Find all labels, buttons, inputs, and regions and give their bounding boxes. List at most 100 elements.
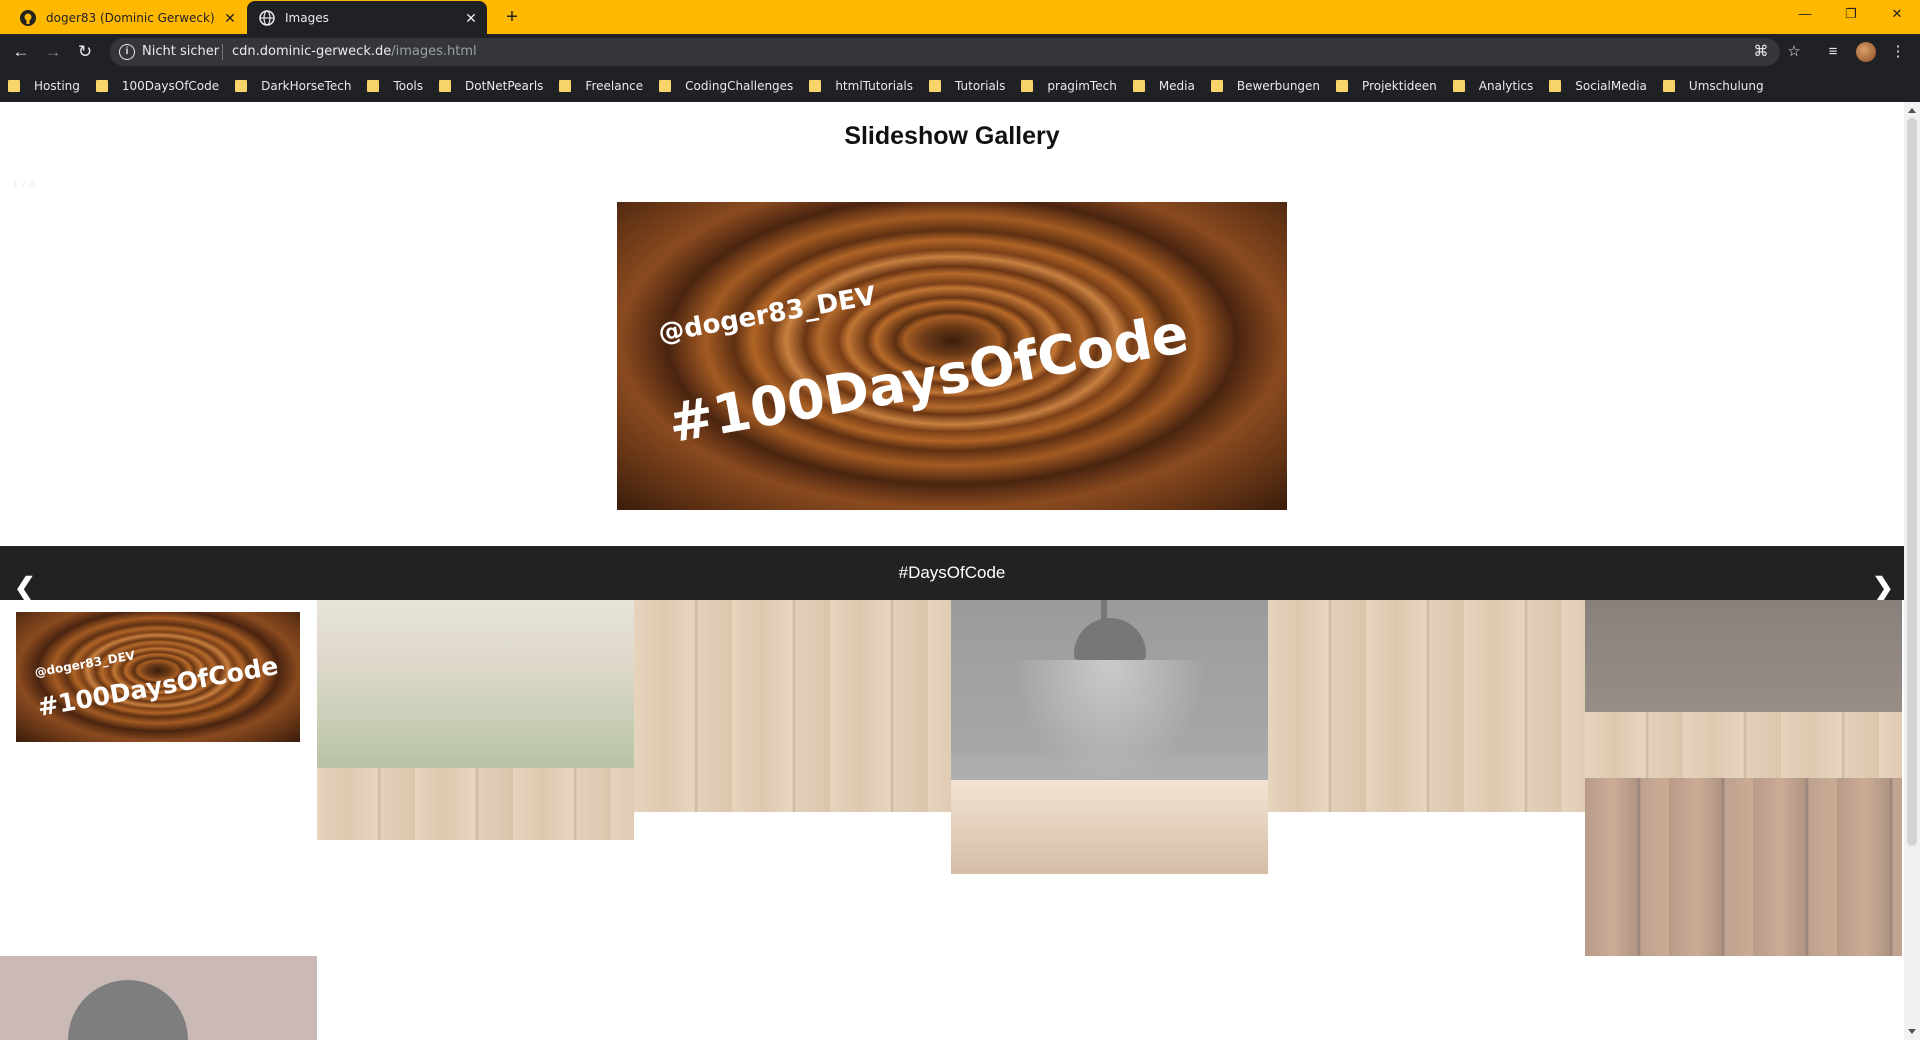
thumbnail-7[interactable] [1585,778,1902,956]
wood-rings-image: @doger83_DEV #100DaysOfCode [16,612,300,742]
back-icon[interactable]: ← [9,40,33,64]
divider [222,44,223,60]
globe-icon [259,9,275,26]
scrollbar-thumb[interactable] [1907,118,1917,846]
tab-github[interactable]: doger83 (Dominic Gerweck) ✕ [8,1,246,34]
security-label: Nicht sicher [142,44,220,59]
thumbnail-8[interactable] [0,956,317,1040]
tab-images[interactable]: Images ✕ [247,1,487,34]
folder-icon [367,80,380,92]
slide-handle: @doger83_DEV [656,281,879,349]
bookmark-freelance[interactable]: Freelance [559,79,643,93]
avatar[interactable] [1856,42,1876,62]
bookmark-label: Bewerbungen [1236,79,1321,93]
bookmark-bewerbungen[interactable]: Bewerbungen [1210,79,1321,93]
forward-icon[interactable]: → [41,40,65,64]
wood-planks-image [1268,600,1585,812]
thumbnail-6[interactable] [1585,600,1902,778]
bookmark-label: Umschulung [1688,79,1764,93]
next-button[interactable]: ❯ [1872,572,1894,603]
url-text[interactable]: cdn.dominic-gerweck.de/images.html [232,44,477,59]
folder-icon [809,80,822,92]
folder-icon [95,80,108,92]
bookmark-label: Hosting [34,79,80,93]
scroll-up-icon[interactable] [1908,108,1916,113]
reload-icon[interactable]: ↻ [73,40,97,64]
folder-icon [1662,80,1675,92]
bookmark-hosting[interactable]: Hosting [8,79,80,93]
bookmark-label: pragimTech [1047,79,1117,93]
thumbnail-5[interactable] [1268,600,1585,812]
wood-planks-image [634,600,951,812]
bookmark-umschulung[interactable]: Umschulung [1662,79,1764,93]
close-window-icon[interactable]: ✕ [1874,0,1920,28]
table-planks-image [1585,712,1902,778]
portrait-image [0,956,317,1040]
tab-title: doger83 (Dominic Gerweck) [46,10,215,25]
bookmark-label: Freelance [585,79,644,93]
restore-icon[interactable]: ❐ [1828,0,1874,28]
folder-icon [235,80,248,92]
folder-icon [8,80,20,92]
bookmark-tutorials[interactable]: Tutorials [929,79,1005,93]
folder-icon [1021,80,1034,92]
bookmark-100daysofcode[interactable]: 100DaysOfCode [95,79,219,93]
folder-icon [1210,80,1223,92]
folder-icon [1132,80,1145,92]
caption-bar: #DaysOfCode [0,546,1904,600]
folder-icon [559,80,572,92]
thumbnail-3[interactable] [634,600,951,812]
folder-icon [1452,80,1465,92]
bookmark-analytics[interactable]: Analytics [1452,79,1534,93]
bookmark-projektideen[interactable]: Projektideen [1336,79,1437,93]
bookmark-socialmedia[interactable]: SocialMedia [1549,79,1647,93]
bookmark-label: DarkHorseTech [261,79,352,93]
thumbnail-2[interactable] [317,600,634,840]
media-queue-icon[interactable]: ≡ [1823,42,1843,62]
lamp-scene-image [951,600,1268,874]
folder-icon [439,80,451,92]
minimize-icon[interactable]: — [1782,0,1828,28]
tab-strip: doger83 (Dominic Gerweck) ✕ Images ✕ + —… [0,0,1920,34]
browser-toolbar: ← → ↻ i Nicht sicher cdn.dominic-gerweck… [0,34,1920,70]
info-icon[interactable]: i [119,44,135,60]
wood-rings-image: @doger83_DEV #100DaysOfCode [617,202,1287,510]
bookmark-label: DotNetPearls [465,79,544,93]
bookmark-dotnetpearls[interactable]: DotNetPearls [439,79,543,93]
blurred-street-image [317,600,634,768]
main-slide-image: @doger83_DEV #100DaysOfCode [617,202,1287,510]
scroll-down-icon[interactable] [1908,1029,1916,1034]
thumbnail-4[interactable] [951,600,1268,874]
translate-icon[interactable]: ⌘ [1751,42,1771,62]
star-icon[interactable]: ☆ [1784,42,1804,62]
thumbnail-1[interactable]: @doger83_DEV #100DaysOfCode [16,612,300,742]
bookmark-htmltutorials[interactable]: htmlTutorials [809,79,913,93]
bookmark-codingchallenges[interactable]: CodingChallenges [659,79,793,93]
bookmark-tools[interactable]: Tools [367,79,423,93]
thumbnail-grid: @doger83_DEV #100DaysOfCode [0,600,1904,1040]
close-icon[interactable]: ✕ [463,10,479,26]
close-icon[interactable]: ✕ [222,10,238,26]
bookmark-label: htmlTutorials [835,79,914,93]
table-planks-image [317,768,634,840]
folder-icon [659,80,672,92]
thumb-handle: @doger83_DEV [33,648,137,680]
bookmark-label: Tools [393,79,423,93]
tab-title: Images [285,10,329,25]
bookmark-label: CodingChallenges [685,79,794,93]
address-bar[interactable]: i Nicht sicher cdn.dominic-gerweck.de/im… [110,38,1780,66]
bookmarks-bar: Hosting 100DaysOfCode DarkHorseTech Tools Do… [0,70,1920,102]
scrollbar[interactable] [1904,102,1920,1040]
bookmark-media[interactable]: Media [1132,79,1195,93]
menu-icon[interactable]: ⋮ [1888,42,1908,62]
bookmark-label: SocialMedia [1575,79,1647,93]
page-content: Slideshow Gallery 1 / 8 @doger83_DEV #10… [0,102,1904,1040]
bookmark-darkhorsetech[interactable]: DarkHorseTech [235,79,351,93]
github-icon [20,9,36,26]
bookmark-label: Analytics [1478,79,1534,93]
prev-button[interactable]: ❮ [14,572,36,603]
bookmark-pragimtech[interactable]: pragimTech [1021,79,1117,93]
folder-icon [929,80,942,92]
new-tab-button[interactable]: + [500,6,524,28]
bookmark-label: Media [1158,79,1195,93]
